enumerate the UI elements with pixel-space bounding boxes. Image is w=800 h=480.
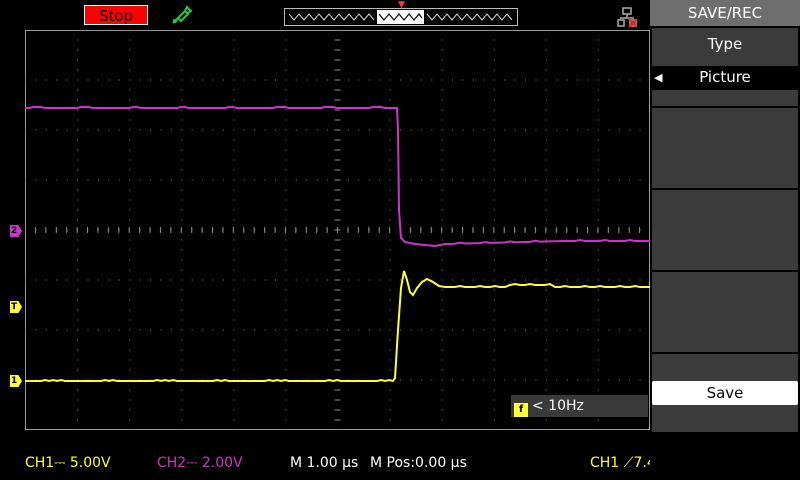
timebase-scale: M 1.00 µs bbox=[290, 455, 359, 471]
probe-icon bbox=[172, 5, 192, 24]
horizontal-position: M Pos:0.00 µs bbox=[370, 455, 467, 471]
menu-slot-2 bbox=[652, 108, 798, 188]
menu-title: SAVE/REC bbox=[650, 0, 800, 26]
memory-position-strip bbox=[284, 8, 518, 26]
menu-type-value: Picture bbox=[699, 68, 751, 86]
frequency-readout: f < 10Hz bbox=[511, 395, 648, 417]
top-status-bar: Stop ▼ bbox=[0, 0, 650, 30]
menu-slot-4 bbox=[652, 272, 798, 352]
menu-slot-3 bbox=[652, 190, 798, 270]
ch2-scale: CH2⎓ 2.00V bbox=[157, 455, 243, 471]
save-rec-menu: SAVE/REC Type ◀ Picture bbox=[650, 0, 800, 480]
run-stop-indicator[interactable]: Stop bbox=[84, 5, 148, 25]
frequency-icon: f bbox=[514, 403, 528, 417]
save-button[interactable]: Save bbox=[652, 381, 798, 405]
menu-type-option[interactable]: Type ◀ Picture bbox=[652, 28, 798, 106]
usb-icon bbox=[617, 7, 638, 28]
ch1-scale: CH1⎓ 5.00V bbox=[25, 455, 111, 471]
menu-type-value-box[interactable]: ◀ Picture bbox=[652, 66, 798, 90]
trigger-position-tick: ▼ bbox=[398, 0, 405, 10]
waveform-display bbox=[25, 30, 650, 430]
trigger-level-marker[interactable]: T bbox=[10, 301, 22, 313]
ch2-ground-marker[interactable]: 2 bbox=[10, 225, 22, 237]
menu-type-label: Type bbox=[707, 35, 743, 53]
frequency-value: < 10Hz bbox=[532, 398, 584, 414]
ch1-ground-marker[interactable]: 1 bbox=[10, 375, 22, 387]
